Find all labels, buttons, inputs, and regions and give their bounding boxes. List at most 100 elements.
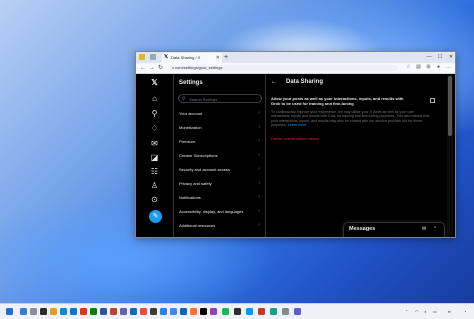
settings-item-label: Accessibility, display, and languages	[179, 209, 244, 214]
search-icon: ⚲	[182, 96, 186, 102]
spotify-icon[interactable]	[222, 308, 229, 315]
extensions-icon[interactable]: ⊞	[426, 65, 431, 70]
settings-search-input[interactable]: ⚲ Search Settings	[178, 94, 262, 103]
left-nav-rail: 𝕏 ⌂ ⚲ ♢ ✉ ◪ ☷ ♙ ⊙ ✎	[136, 74, 174, 237]
back-arrow-icon[interactable]: ←	[271, 79, 277, 86]
chevron-right-icon: ›	[258, 208, 260, 214]
home-icon[interactable]: ⌂	[150, 94, 159, 103]
post-button[interactable]: ✎	[149, 210, 162, 223]
tab-close-icon[interactable]: ✕	[216, 53, 220, 63]
search-icon[interactable]	[30, 308, 37, 315]
file-explorer-icon[interactable]	[50, 308, 57, 315]
tab-data-sharing[interactable]: 𝕏 Data Sharing / X ✕	[162, 53, 222, 63]
url-field[interactable]: x.com/settings/grok_settings	[168, 65, 398, 71]
app-icon[interactable]	[282, 308, 289, 315]
maximize-icon[interactable]: ☐	[435, 52, 445, 62]
new-message-icon[interactable]: ✉	[422, 226, 426, 232]
terminal-icon[interactable]	[150, 308, 157, 315]
profile-avatar-icon[interactable]: ●	[436, 65, 441, 70]
firefox-icon[interactable]	[190, 308, 197, 315]
search-icon[interactable]: ⚲	[150, 109, 159, 118]
tab-title: Data Sharing / X	[171, 55, 201, 60]
more-icon[interactable]: ⊙	[150, 195, 159, 204]
app-icon[interactable]	[234, 308, 241, 315]
settings-item-your-account[interactable]: Your account ›	[174, 107, 265, 120]
settings-item-label: Privacy and safety	[179, 181, 212, 186]
settings-item-label: Additional resources	[179, 223, 216, 228]
powerpoint-icon[interactable]	[110, 308, 117, 315]
chevron-right-icon: ›	[258, 166, 260, 172]
scrollbar-thumb[interactable]	[448, 76, 452, 136]
notifications-icon[interactable]: ♢	[150, 124, 159, 133]
favorites-icon[interactable]: ☆	[406, 65, 411, 70]
teams-icon[interactable]	[120, 308, 127, 315]
refresh-icon[interactable]: ↻	[158, 63, 163, 73]
workspaces-icon[interactable]	[150, 54, 156, 60]
start-icon[interactable]	[20, 308, 27, 315]
linkedin-icon[interactable]	[180, 308, 187, 315]
delete-conversation-history-link[interactable]: Delete conversation history	[271, 136, 319, 141]
photos-icon[interactable]	[140, 308, 147, 315]
chevron-right-icon: ›	[258, 194, 260, 200]
chrome-icon[interactable]	[170, 308, 177, 315]
settings-item-security[interactable]: Security and account access ›	[174, 163, 265, 176]
allow-training-label: Allow your posts as well as your interac…	[271, 96, 404, 107]
back-icon[interactable]: ←	[140, 63, 146, 73]
settings-app-icon[interactable]	[160, 308, 167, 315]
menu-dots-icon[interactable]: …	[446, 65, 451, 70]
messages-drawer[interactable]: Messages ✉ ⌃	[343, 222, 445, 237]
settings-item-privacy[interactable]: Privacy and safety ›	[174, 177, 265, 190]
profile-icon[interactable]	[139, 54, 145, 60]
settings-item-additional-resources[interactable]: Additional resources ›	[174, 219, 265, 232]
task-view-icon[interactable]	[40, 308, 47, 315]
settings-item-creator-subscriptions[interactable]: Creator Subscriptions ›	[174, 149, 265, 162]
battery-icon[interactable]: ▭	[433, 308, 437, 315]
store-icon[interactable]	[70, 308, 77, 315]
volume-icon[interactable]: ◖	[424, 308, 426, 315]
communities-icon[interactable]: ☷	[150, 167, 159, 176]
new-tab-button[interactable]: +	[224, 53, 228, 62]
browser-window: 𝕏 Data Sharing / X ✕ + — ☐ ✕ ← → ↻ x.com…	[135, 51, 456, 238]
settings-item-label: Notifications	[179, 195, 201, 200]
tray-chevron-icon[interactable]: ⌃	[405, 308, 408, 315]
notification-center-icon[interactable]: ◔	[464, 308, 466, 315]
close-window-icon[interactable]: ✕	[446, 52, 455, 62]
outlook-icon[interactable]	[130, 308, 137, 315]
expand-icon[interactable]: ⌃	[433, 226, 437, 232]
profile-icon[interactable]: ♙	[150, 181, 159, 190]
x-logo-icon: 𝕏	[164, 54, 169, 60]
settings-item-accessibility[interactable]: Accessibility, display, and languages ›	[174, 205, 265, 218]
settings-item-label: Your account	[179, 111, 203, 116]
office-icon[interactable]	[80, 308, 87, 315]
page-title: Data Sharing	[286, 79, 324, 85]
settings-item-monetization[interactable]: Monetization ›	[174, 121, 265, 134]
app-icon[interactable]	[246, 308, 253, 315]
collections-icon[interactable]: ▤	[416, 65, 421, 70]
x-app-icon[interactable]	[200, 308, 207, 315]
chevron-right-icon: ›	[258, 110, 260, 116]
settings-item-premium[interactable]: Premium ›	[174, 135, 265, 148]
tab-bar: 𝕏 Data Sharing / X ✕ + — ☐ ✕	[136, 52, 455, 63]
edge-icon[interactable]	[60, 308, 67, 315]
excel-icon[interactable]	[90, 308, 97, 315]
chevron-right-icon: ›	[258, 138, 260, 144]
allow-training-checkbox[interactable]	[430, 98, 435, 103]
widgets-icon[interactable]	[6, 308, 13, 315]
minimize-icon[interactable]: —	[424, 52, 434, 62]
grok-icon[interactable]: ◪	[150, 153, 159, 162]
forward-icon[interactable]: →	[149, 63, 155, 73]
search-placeholder: Search Settings	[189, 97, 218, 102]
clock[interactable]: ▪▪	[448, 308, 451, 315]
app-icon[interactable]	[258, 308, 265, 315]
app-icon[interactable]	[270, 308, 277, 315]
settings-item-notifications[interactable]: Notifications ›	[174, 191, 265, 204]
learn-more-link[interactable]: Learn more	[288, 123, 306, 127]
word-icon[interactable]	[100, 308, 107, 315]
app-icon[interactable]	[294, 308, 301, 315]
messages-icon[interactable]: ✉	[150, 139, 159, 148]
address-bar: ← → ↻ x.com/settings/grok_settings ☆ ▤ ⊞…	[136, 63, 455, 74]
x-logo-icon[interactable]: 𝕏	[150, 78, 159, 87]
wifi-icon[interactable]: ◠	[415, 308, 419, 315]
app-icon[interactable]	[210, 308, 217, 315]
page-scrollbar[interactable]	[447, 74, 453, 237]
